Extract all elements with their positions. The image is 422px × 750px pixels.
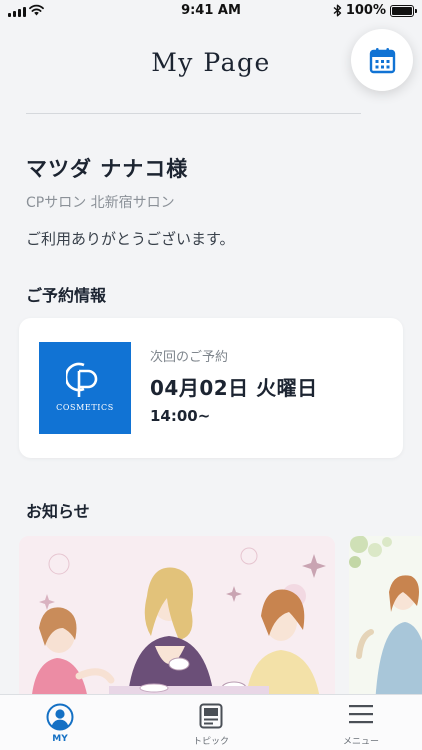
user-name: マツダ ナナコ様 [26,157,189,181]
greeting-text: ご利用ありがとうございます。 [26,230,235,248]
my-page-screen: 9:41 AM 100% My Page マツダ ナナコ様 CPサロン 北新宿サ… [0,0,422,750]
reservation-section-title: ご予約情報 [26,286,107,305]
calendar-button[interactable] [351,29,413,91]
reservation-date: 04月02日 火曜日 [150,376,318,400]
tab-label: メニュー [342,737,379,747]
topic-icon [199,703,223,729]
tab-label: トピック [192,737,229,747]
calendar-icon [369,47,395,73]
news-section-title: お知らせ [26,502,90,521]
status-bar: 9:41 AM 100% [0,0,422,24]
user-icon [46,703,74,731]
battery-level [392,6,412,15]
tab-menu[interactable]: メニュー [311,695,411,750]
tab-bar: MY トピック メニュー [0,694,422,750]
battery-icon [390,4,417,17]
news-card[interactable] [349,536,422,706]
brand-logo-text: COSMETICS [56,403,114,412]
news-illustration [349,536,422,706]
news-illustration [19,536,335,706]
cp-logo-mark [66,362,98,397]
tab-label: MY [52,734,68,744]
next-reservation-label: 次回のご予約 [150,350,229,365]
reservation-card[interactable]: COSMETICS 次回のご予約 04月02日 火曜日 14:00~ [19,318,403,458]
tab-topic[interactable]: トピック [161,695,261,750]
title-divider [26,113,361,114]
brand-logo: COSMETICS [39,342,131,434]
menu-icon [349,705,373,724]
bluetooth-icon [333,4,342,17]
battery-percentage: 100% [345,3,386,18]
tab-my[interactable]: MY [10,695,110,750]
news-card[interactable] [19,536,335,706]
reservation-time: 14:00~ [150,407,211,425]
salon-name: CPサロン 北新宿サロン [26,195,175,211]
